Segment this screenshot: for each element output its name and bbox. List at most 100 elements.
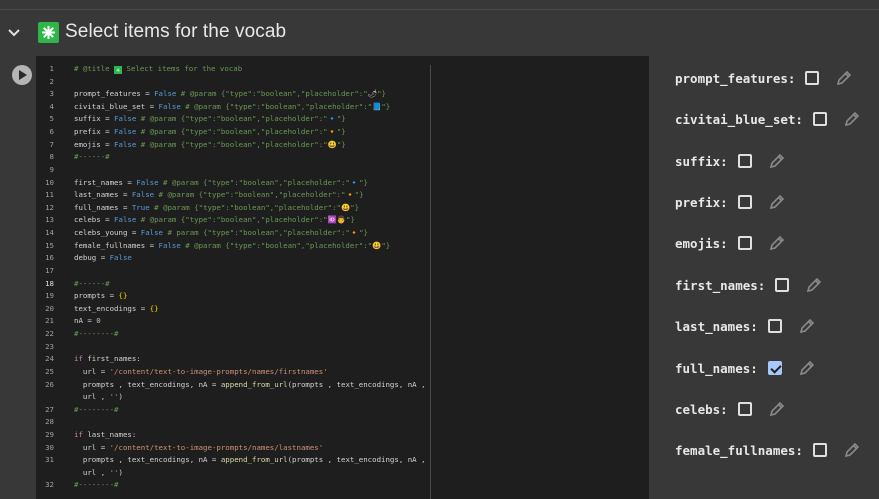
code-token: nA = [74,316,97,326]
code-token: first_names = [74,177,137,187]
code-token: "} [377,89,386,99]
code-line: celebs_young = False # param {"type":"bo… [74,228,368,237]
form-field-full-names: full_names: [675,358,816,378]
field-label: full_names: [675,360,758,376]
line-length-ruler [430,65,431,499]
code-token: #--------# [74,480,119,490]
code-line: prompts , text_encodings, nA = append_fr… [74,455,426,464]
edit-pencil-icon[interactable] [798,359,816,377]
code-line: if last_names: [74,430,136,439]
form-panel: prompt_features: civitai_blue_set: suffix:… [649,56,879,499]
line-number: 32 [45,480,54,490]
line-number: 5 [49,114,54,124]
checkbox[interactable] [812,112,827,126]
code-token: celebs_young = [74,228,141,238]
code-token: if [74,354,83,364]
edit-pencil-icon[interactable] [768,152,786,170]
code-token: 🌶 [367,89,378,99]
checkbox[interactable] [805,71,820,85]
code-token: False [131,190,155,200]
line-number: 9 [49,164,54,174]
edit-pencil-icon[interactable] [843,441,861,459]
code-line: first_names = False # @param {"type":"bo… [74,178,368,187]
code-line: prompts , text_encodings, nA = append_fr… [74,380,426,389]
edit-pencil-icon[interactable] [798,317,816,335]
code-line: url , '') [74,468,123,477]
line-number: 16 [45,253,54,263]
code-token: debug = [74,253,110,263]
code-line: female_fullnames = False # @param {"type… [74,241,390,250]
code-token: prompt_features = [74,89,155,99]
code-cell[interactable]: 1 # @title ✳ Select items for the vocab 2 3… [0,56,649,499]
checkbox[interactable] [767,361,782,375]
line-number: 31 [45,455,54,465]
checkbox[interactable] [812,443,827,457]
code-token: #------# [74,278,110,288]
code-token: "} [350,202,360,212]
line-number: 10 [45,177,54,187]
code-token: url , [74,392,110,402]
code-token: prompts = [74,291,119,301]
line-number: 17 [45,265,54,275]
form-field-prompt-features: prompt_features: [675,68,853,88]
checkbox[interactable] [737,402,752,416]
edit-pencil-icon[interactable] [768,193,786,211]
line-number: 7 [49,139,54,149]
field-label: suffix: [675,153,728,169]
code-token: 😃 [327,139,337,149]
code-token: '/content/text-to-image-prompts/names/la… [109,442,324,452]
code-line: civitai_blue_set = False # @param {"type… [74,102,390,111]
checkbox[interactable] [737,195,752,209]
code-token: "} [336,127,346,137]
form-field-celebs: celebs: [675,399,786,419]
line-number: 20 [45,303,54,313]
line-number: 18 [45,278,54,288]
code-token: # @param {"type":"boolean","placeholder"… [136,139,328,149]
code-token: prompts , text_encodings, nA = [74,379,221,389]
checkbox[interactable] [737,236,752,250]
code-token: "} [354,190,364,200]
code-token: False [114,114,137,124]
code-line: debug = False [74,253,132,262]
code-token: "} [336,139,346,149]
code-token: # @param {"type":"boolean","placeholder"… [176,89,368,99]
code-token: #--------# [74,329,119,339]
code-token: '' [109,467,119,477]
code-token: civitai_blue_set = [74,101,159,111]
run-cell-button[interactable] [12,65,32,85]
chevron-down-icon[interactable] [6,25,22,41]
line-number: 2 [49,76,54,86]
code-token: first_names: [82,354,141,364]
edit-pencil-icon[interactable] [843,110,861,128]
code-token: "} [359,228,368,238]
edit-pencil-icon[interactable] [768,400,786,418]
code-token: # @param {"type":"boolean","placeholder"… [136,127,328,137]
code-token: url , [74,467,110,477]
code-line: #------# [74,152,110,161]
line-number: 1 [49,64,54,73]
checkbox[interactable] [767,319,782,333]
code-token: # @param {"type":"boolean","placeholder"… [158,177,350,187]
code-token: {} [118,291,128,301]
code-token: last_names: [82,429,137,439]
code-line: #------# [74,279,110,288]
line-number: 29 [45,429,54,439]
code-token: suffix = [74,114,115,124]
checkbox[interactable] [737,154,752,168]
code-line: text_encodings = {} [74,304,159,313]
form-field-prefix: prefix: [675,192,786,212]
field-label: prompt_features: [675,70,796,86]
code-line: #--------# [74,480,119,489]
code-token: False [109,253,132,263]
code-token: url = [74,442,110,452]
form-field-first-names: first_names: [675,275,823,295]
edit-pencil-icon[interactable] [805,276,823,294]
edit-pencil-icon[interactable] [768,234,786,252]
code-token: append_from_url [220,379,288,389]
line-number: 24 [45,354,54,364]
form-field-civitai-blue-set: civitai_blue_set: [675,109,861,129]
code-token: prompts , text_encodings, nA = [74,455,221,465]
edit-pencil-icon[interactable] [835,69,853,87]
code-token: '' [109,392,119,402]
checkbox[interactable] [775,278,790,292]
